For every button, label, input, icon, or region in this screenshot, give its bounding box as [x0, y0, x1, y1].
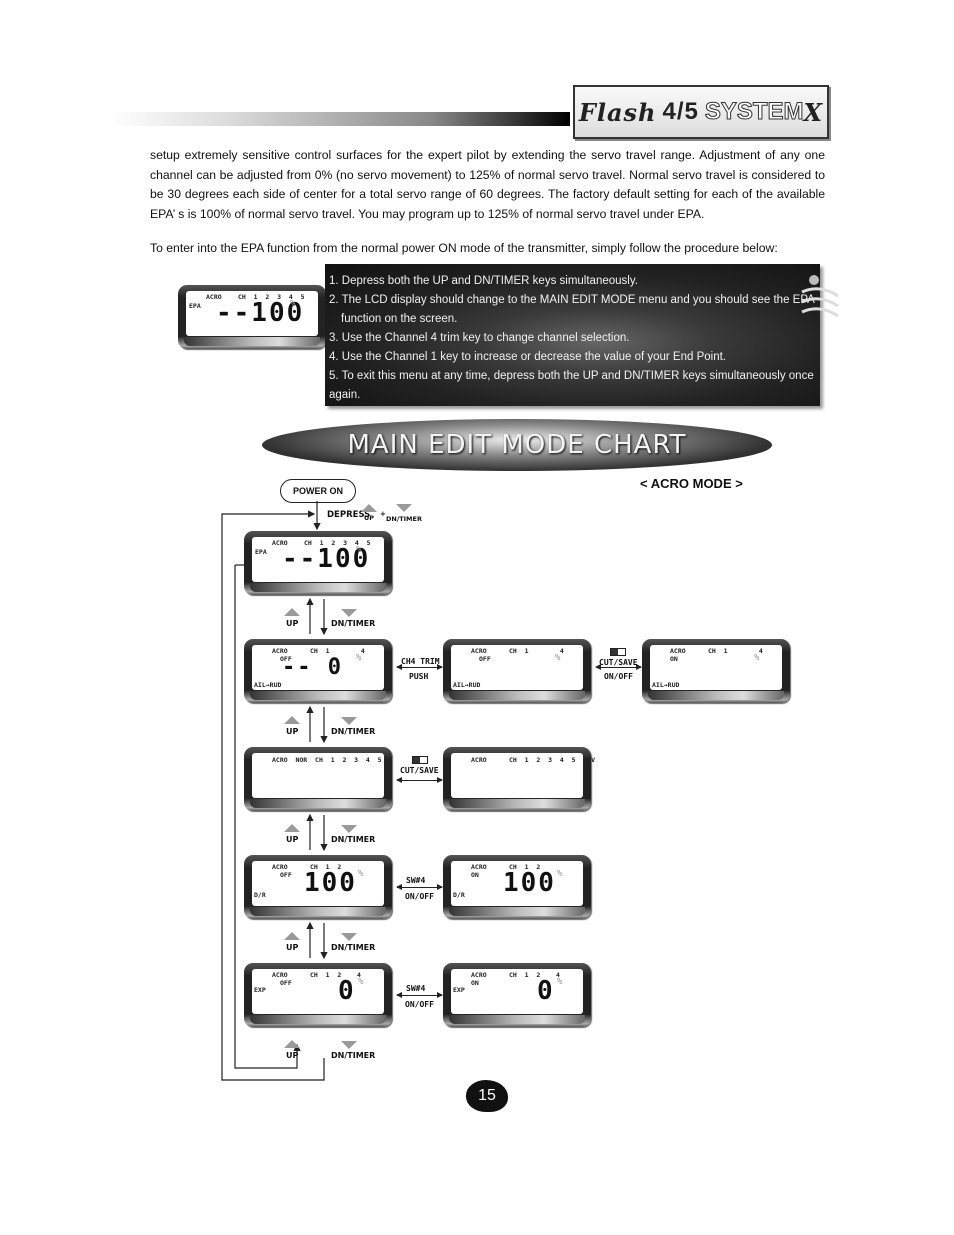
- lcd-mix-on: ACRO CH 1 4 ON % AIL→RUD: [642, 639, 790, 703]
- sw4-label: SW#4: [406, 984, 426, 993]
- up-key-icon: [284, 1040, 300, 1048]
- dn-timer-label: DN/TIMER: [331, 1051, 376, 1060]
- sw4-label: SW#4: [406, 876, 426, 885]
- lcd-function: EPA: [255, 548, 267, 556]
- lcd-state: OFF: [280, 871, 292, 879]
- lcd-exponential-on: ACRO CH 1 2 4 ON 0 % EXP: [443, 963, 591, 1027]
- lcd-mode: ACRO NOR CH 1 2 3 4 5: [272, 756, 382, 764]
- lcd-function: D/R: [453, 891, 465, 899]
- lcd-function: AIL→RUD: [652, 681, 680, 689]
- lcd-unit: %: [557, 977, 563, 987]
- lcd-mode: ACRO: [471, 863, 487, 871]
- lcd-mode: ACRO: [272, 971, 288, 979]
- up-key-icon: [284, 824, 300, 832]
- lcd-function: D/R: [254, 891, 266, 899]
- lcd-unit: %: [754, 653, 760, 663]
- lcd-unit: %: [557, 869, 563, 879]
- lcd-reverse-normal: ACRO NOR CH 1 2 3 4 5: [244, 747, 392, 811]
- cut-save-switch-icon: [610, 648, 626, 656]
- sw4-transition-arrow: [396, 992, 443, 998]
- flow-lines: [221, 501, 328, 1081]
- up-label: UP: [286, 943, 299, 952]
- lcd-mode: ACRO: [471, 971, 487, 979]
- up-label: UP: [286, 835, 299, 844]
- ch4-trim-transition-arrow: [396, 664, 443, 670]
- dn-timer-key-icon: [341, 933, 357, 941]
- lcd-state: ON: [670, 655, 678, 663]
- lcd-state: OFF: [280, 979, 292, 987]
- lcd-mode: ACRO: [272, 863, 288, 871]
- lcd-unit: %: [358, 869, 364, 879]
- on-off-label: ON/OFF: [405, 1000, 434, 1009]
- lcd-value: 0: [537, 976, 555, 1006]
- lcd-value: 0: [338, 976, 356, 1006]
- dn-timer-key-icon: [341, 1041, 357, 1049]
- lcd-unit: %: [358, 977, 364, 987]
- lcd-unit: %: [356, 545, 362, 555]
- cut-save-label: CUT/SAVE: [400, 766, 439, 775]
- lcd-state: ON: [471, 871, 479, 879]
- up-label: UP: [286, 619, 299, 628]
- lcd-exponential-off: ACRO CH 1 2 4 OFF 0 % EXP: [244, 963, 392, 1027]
- lcd-mix-off: ACRO CH 1 4 OFF % AIL→RUD: [443, 639, 591, 703]
- dn-timer-label: DN/TIMER: [331, 727, 376, 736]
- dn-timer-label: DN/TIMER: [331, 835, 376, 844]
- lcd-dual-rate-on: ACRO CH 1 2 ON 100 % D/R: [443, 855, 591, 919]
- lcd-mode: ACRO: [471, 647, 487, 655]
- lcd-value: 100: [304, 868, 357, 898]
- lcd-channels: CH 1 2 3 4 5 REV: [509, 756, 596, 764]
- on-off-label: ON/OFF: [405, 892, 434, 901]
- lcd-function: EXP: [453, 986, 465, 994]
- lcd-function: EXP: [254, 986, 266, 994]
- sw4-transition-arrow: [396, 884, 443, 890]
- push-label: PUSH: [409, 672, 429, 681]
- up-key-icon: [284, 608, 300, 616]
- dn-timer-key-icon: [341, 609, 357, 617]
- lcd-value: -- 0: [282, 655, 343, 680]
- lcd-unit: %: [555, 653, 561, 663]
- dn-timer-key-icon: [341, 717, 357, 725]
- lcd-state: OFF: [479, 655, 491, 663]
- cut-save-transition-arrow: [396, 777, 443, 783]
- dn-timer-key-icon: [341, 825, 357, 833]
- up-label: UP: [286, 1051, 299, 1060]
- lcd-state: ON: [471, 979, 479, 987]
- lcd-value: 100: [503, 868, 556, 898]
- lcd-dual-rate-off: ACRO CH 1 2 OFF 100 % D/R: [244, 855, 392, 919]
- lcd-mode: ACRO: [272, 647, 288, 655]
- dn-timer-label: DN/TIMER: [331, 943, 376, 952]
- lcd-mix-off-value: ACRO CH 1 4 OFF -- 0 % AIL→RUD: [244, 639, 392, 703]
- lcd-reverse-rev: ACRO CH 1 2 3 4 5 REV: [443, 747, 595, 811]
- on-off-label: ON/OFF: [604, 672, 633, 681]
- lcd-mode: ACRO: [670, 647, 686, 655]
- cut-save-switch-icon: [412, 756, 428, 764]
- lcd-unit: %: [356, 653, 362, 663]
- lcd-function: AIL→RUD: [254, 681, 282, 689]
- ch4-trim-label: CH4 TRIM: [401, 657, 440, 666]
- cut-save-transition-arrow: [595, 664, 642, 670]
- up-key-icon: [284, 932, 300, 940]
- lcd-function: AIL→RUD: [453, 681, 481, 689]
- dn-timer-label: DN/TIMER: [331, 619, 376, 628]
- up-label: UP: [286, 727, 299, 736]
- up-key-icon: [284, 716, 300, 724]
- cut-save-label: CUT/SAVE: [599, 658, 638, 667]
- lcd-mode: ACRO: [471, 756, 487, 764]
- lcd-epa: ACRO CH 1 2 3 4 5 EPA --100 %: [244, 531, 392, 595]
- page-number: 15: [466, 1080, 508, 1112]
